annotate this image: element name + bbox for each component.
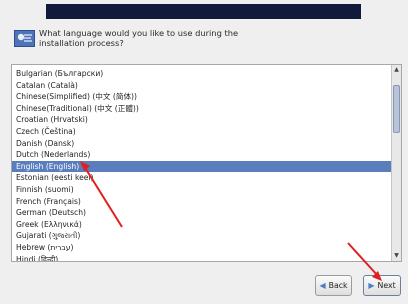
back-button[interactable]: ◀ Back: [315, 275, 352, 296]
language-option[interactable]: Hindi (हिन्दी): [12, 254, 392, 262]
language-option[interactable]: Greek (Ελληνικά): [12, 219, 392, 231]
language-option[interactable]: Czech (Čeština): [12, 126, 392, 138]
arrow-left-icon: ◀: [319, 280, 326, 290]
language-option[interactable]: German (Deutsch): [12, 207, 392, 219]
next-button-label: Next: [377, 281, 396, 290]
language-list-scrollbar[interactable]: ▲ ▼: [391, 65, 401, 261]
language-option[interactable]: English (English): [12, 160, 392, 173]
language-option[interactable]: Chinese(Traditional) (中文 (正體)): [12, 103, 392, 115]
arrow-right-icon: ▶: [368, 280, 375, 290]
language-option[interactable]: Bulgarian (Български): [12, 68, 392, 80]
scroll-down-icon[interactable]: ▼: [393, 252, 400, 260]
language-option[interactable]: French (Français): [12, 196, 392, 208]
language-option[interactable]: Chinese(Simplified) (中文 (简体)): [12, 91, 392, 103]
scrollbar-thumb[interactable]: [393, 85, 400, 133]
language-option[interactable]: Croatian (Hrvatski): [12, 114, 392, 126]
language-option[interactable]: Gujarati (ગુજરાતી): [12, 230, 392, 242]
scroll-up-icon[interactable]: ▲: [393, 66, 400, 74]
language-option[interactable]: Finnish (suomi): [12, 184, 392, 196]
language-option[interactable]: Hebrew (עברית): [12, 242, 392, 254]
next-button[interactable]: ▶ Next: [363, 275, 401, 296]
language-flag-icon: [14, 30, 35, 47]
language-question-text: What language would you like to use duri…: [39, 28, 239, 48]
language-option[interactable]: Danish (Dansk): [12, 138, 392, 150]
back-button-label: Back: [328, 281, 348, 290]
language-list[interactable]: Bulgarian (Български) Catalan (Català) Chi…: [11, 64, 402, 262]
language-option[interactable]: Dutch (Nederlands): [12, 149, 392, 161]
language-option[interactable]: Estonian (eesti keel): [12, 172, 392, 184]
installer-top-banner: [46, 4, 361, 19]
language-prompt-header: What language would you like to use duri…: [12, 28, 402, 56]
language-option[interactable]: Catalan (Català): [12, 80, 392, 92]
